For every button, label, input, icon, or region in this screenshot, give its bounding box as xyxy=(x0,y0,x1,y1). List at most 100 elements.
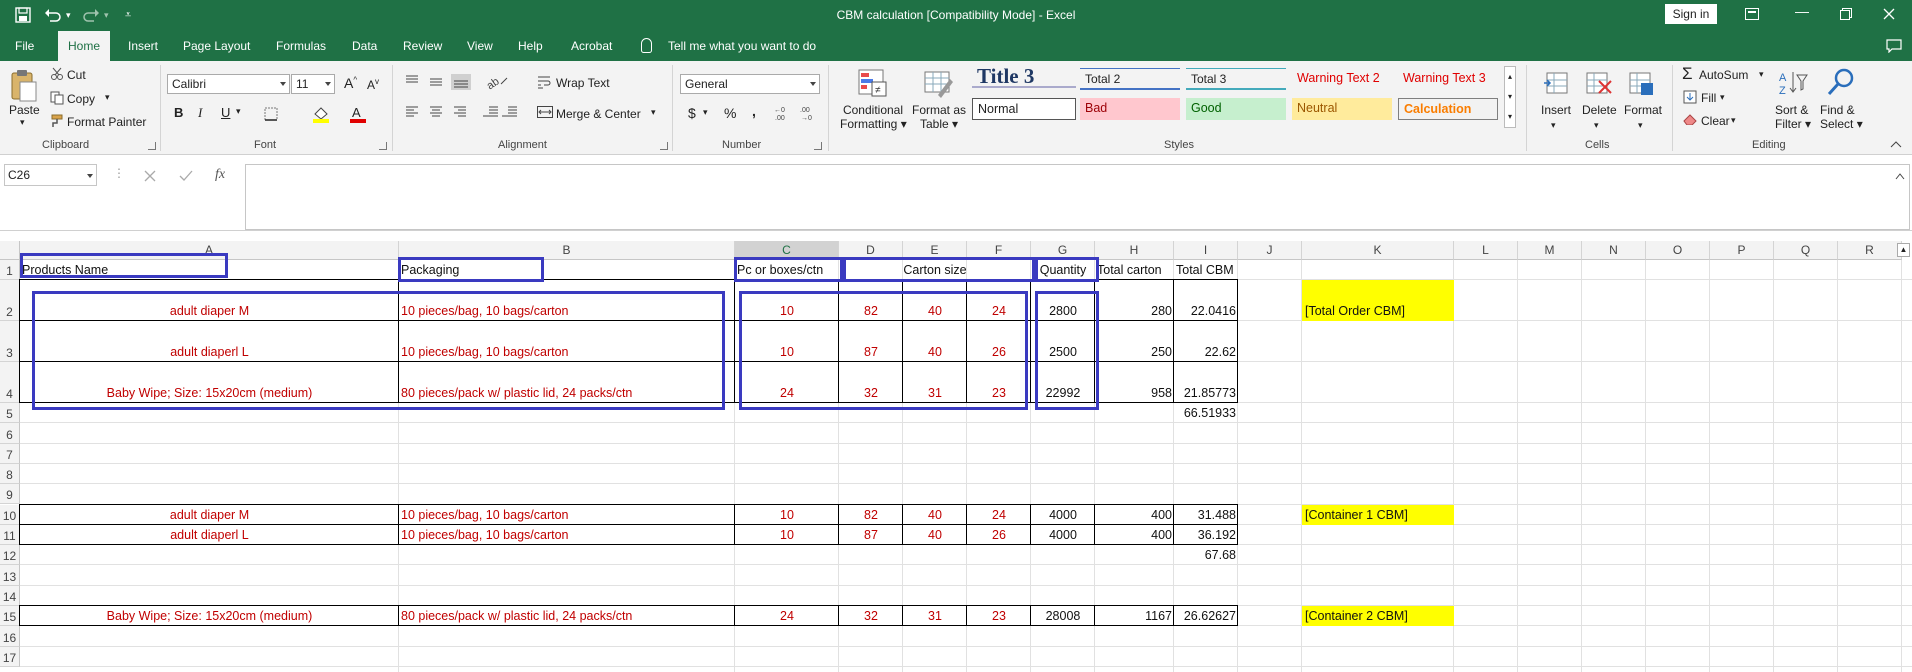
paste-button[interactable]: Paste xyxy=(9,103,40,117)
style-good[interactable]: Good xyxy=(1186,98,1286,120)
row-header-5[interactable]: 5 xyxy=(0,403,20,424)
borders-icon[interactable] xyxy=(264,107,278,121)
currency-dropdown-icon[interactable]: ▾ xyxy=(703,107,708,118)
sort-filter-button[interactable]: Sort & Filter ▾ xyxy=(1775,103,1811,131)
style-normal[interactable]: Normal xyxy=(972,98,1076,120)
tab-file[interactable]: File xyxy=(7,31,42,61)
row-header-7[interactable]: 7 xyxy=(0,443,20,464)
fill-button[interactable]: Fill xyxy=(1701,91,1716,105)
style-calculation[interactable]: Calculation xyxy=(1398,98,1498,120)
cancel-icon[interactable] xyxy=(144,170,156,182)
tab-page-layout[interactable]: Page Layout xyxy=(175,31,258,61)
collapse-ribbon-icon[interactable] xyxy=(1890,140,1902,148)
italic-button[interactable]: I xyxy=(198,105,202,121)
column-header-j[interactable]: J xyxy=(1238,241,1302,260)
format-as-table-button[interactable]: Format as Table ▾ xyxy=(912,103,966,131)
clear-dropdown-icon[interactable]: ▾ xyxy=(1731,115,1736,126)
tab-review[interactable]: Review xyxy=(395,31,450,61)
format-cells-button[interactable]: Format ▾ xyxy=(1624,103,1662,131)
formula-input[interactable] xyxy=(245,164,1910,230)
row-header-8[interactable]: 8 xyxy=(0,463,20,485)
close-icon[interactable] xyxy=(1883,8,1895,20)
clipboard-launcher-icon[interactable] xyxy=(148,142,156,150)
row-header-3[interactable]: 3 xyxy=(0,321,20,362)
decrease-font-icon[interactable]: Av xyxy=(367,77,379,92)
row-header-2[interactable]: 2 xyxy=(0,280,20,321)
column-header-r[interactable]: R xyxy=(1838,241,1902,260)
restore-icon[interactable] xyxy=(1840,8,1852,20)
horizontal-align-icons[interactable] xyxy=(404,105,476,119)
comma-button[interactable]: , xyxy=(752,103,756,119)
select-all-corner[interactable] xyxy=(0,241,20,260)
row-header-15[interactable]: 15 xyxy=(0,606,20,627)
styles-scroll-icon[interactable]: ▴ ▾ ▾ xyxy=(1504,66,1516,128)
font-launcher-icon[interactable] xyxy=(379,142,387,150)
vertical-scroll-up-icon[interactable]: ▲ xyxy=(1897,243,1910,257)
row-header-10[interactable]: 10 xyxy=(0,504,20,525)
font-name-select[interactable]: Calibri xyxy=(167,74,290,94)
autosum-button[interactable]: AutoSum xyxy=(1699,68,1748,82)
column-header-h[interactable]: H xyxy=(1095,241,1174,260)
cut-button[interactable]: Cut xyxy=(67,68,86,82)
increase-font-icon[interactable]: A^ xyxy=(344,75,357,91)
number-launcher-icon[interactable] xyxy=(814,142,822,150)
style-neutral[interactable]: Neutral xyxy=(1292,98,1392,120)
underline-button[interactable]: U xyxy=(221,105,230,120)
paste-dropdown-icon[interactable]: ▾ xyxy=(20,117,25,128)
row-header-14[interactable]: 14 xyxy=(0,585,20,606)
wrap-text-button[interactable]: Wrap Text xyxy=(556,76,610,90)
insert-cells-button[interactable]: Insert ▾ xyxy=(1541,103,1571,131)
style-title-3[interactable]: Title 3 xyxy=(972,66,1076,88)
find-select-button[interactable]: Find & Select ▾ xyxy=(1820,103,1863,131)
number-format-select[interactable]: General xyxy=(680,74,820,94)
delete-cells-button[interactable]: Delete ▾ xyxy=(1582,103,1617,131)
style-total-3[interactable]: Total 3 xyxy=(1186,68,1286,90)
enter-icon[interactable] xyxy=(179,170,193,182)
style-total-2[interactable]: Total 2 xyxy=(1080,68,1180,90)
column-header-p[interactable]: P xyxy=(1710,241,1774,260)
fill-color-icon[interactable] xyxy=(312,105,330,123)
format-painter-button[interactable]: Format Painter xyxy=(67,115,146,129)
tell-me-search[interactable]: Tell me what you want to do xyxy=(668,31,816,61)
autosum-dropdown-icon[interactable]: ▾ xyxy=(1759,69,1764,80)
sign-in-button[interactable]: Sign in xyxy=(1665,4,1717,24)
copy-dropdown-icon[interactable]: ▾ xyxy=(105,92,110,103)
clear-button[interactable]: Clear xyxy=(1701,114,1730,128)
percent-button[interactable]: % xyxy=(724,105,736,121)
row-header-4[interactable]: 4 xyxy=(0,362,20,403)
column-header-o[interactable]: O xyxy=(1646,241,1710,260)
style-warning-2[interactable]: Warning Text 2 xyxy=(1292,68,1392,90)
tab-view[interactable]: View xyxy=(459,31,501,61)
column-header-l[interactable]: L xyxy=(1454,241,1518,260)
minimize-icon[interactable]: — xyxy=(1787,3,1817,19)
font-size-select[interactable]: 11 xyxy=(291,74,335,94)
underline-dropdown-icon[interactable]: ▾ xyxy=(236,106,241,117)
decimal-icons[interactable]: ←0.00.00→0 xyxy=(774,105,822,121)
fill-dropdown-icon[interactable]: ▾ xyxy=(1720,92,1725,103)
row-header-6[interactable]: 6 xyxy=(0,423,20,444)
insert-function-icon[interactable]: fx xyxy=(215,167,225,183)
bold-button[interactable]: B xyxy=(174,105,183,120)
alignment-launcher-icon[interactable] xyxy=(660,142,668,150)
ribbon-display-icon[interactable] xyxy=(1745,8,1759,20)
conditional-formatting-button[interactable]: Conditional Formatting ▾ xyxy=(840,103,907,131)
tab-home[interactable]: Home xyxy=(58,31,110,61)
row-header-9[interactable]: 9 xyxy=(0,484,20,505)
merge-center-button[interactable]: Merge & Center xyxy=(556,107,641,121)
row-header-17[interactable]: 17 xyxy=(0,646,20,667)
tab-formulas[interactable]: Formulas xyxy=(268,31,334,61)
comments-icon[interactable] xyxy=(1886,39,1902,53)
column-header-i[interactable]: I xyxy=(1174,241,1238,260)
expand-formula-bar-icon[interactable] xyxy=(1895,172,1905,180)
column-header-m[interactable]: M xyxy=(1518,241,1582,260)
orientation-icon[interactable]: ab xyxy=(485,74,509,90)
tab-insert[interactable]: Insert xyxy=(120,31,166,61)
font-color-icon[interactable]: A xyxy=(350,105,366,123)
row-header-13[interactable]: 13 xyxy=(0,565,20,586)
row-header-1[interactable]: 1 xyxy=(0,260,20,280)
column-header-q[interactable]: Q xyxy=(1774,241,1838,260)
merge-dropdown-icon[interactable]: ▾ xyxy=(651,107,656,118)
indent-icons[interactable] xyxy=(482,105,518,119)
copy-button[interactable]: Copy xyxy=(67,92,95,106)
tab-data[interactable]: Data xyxy=(344,31,385,61)
